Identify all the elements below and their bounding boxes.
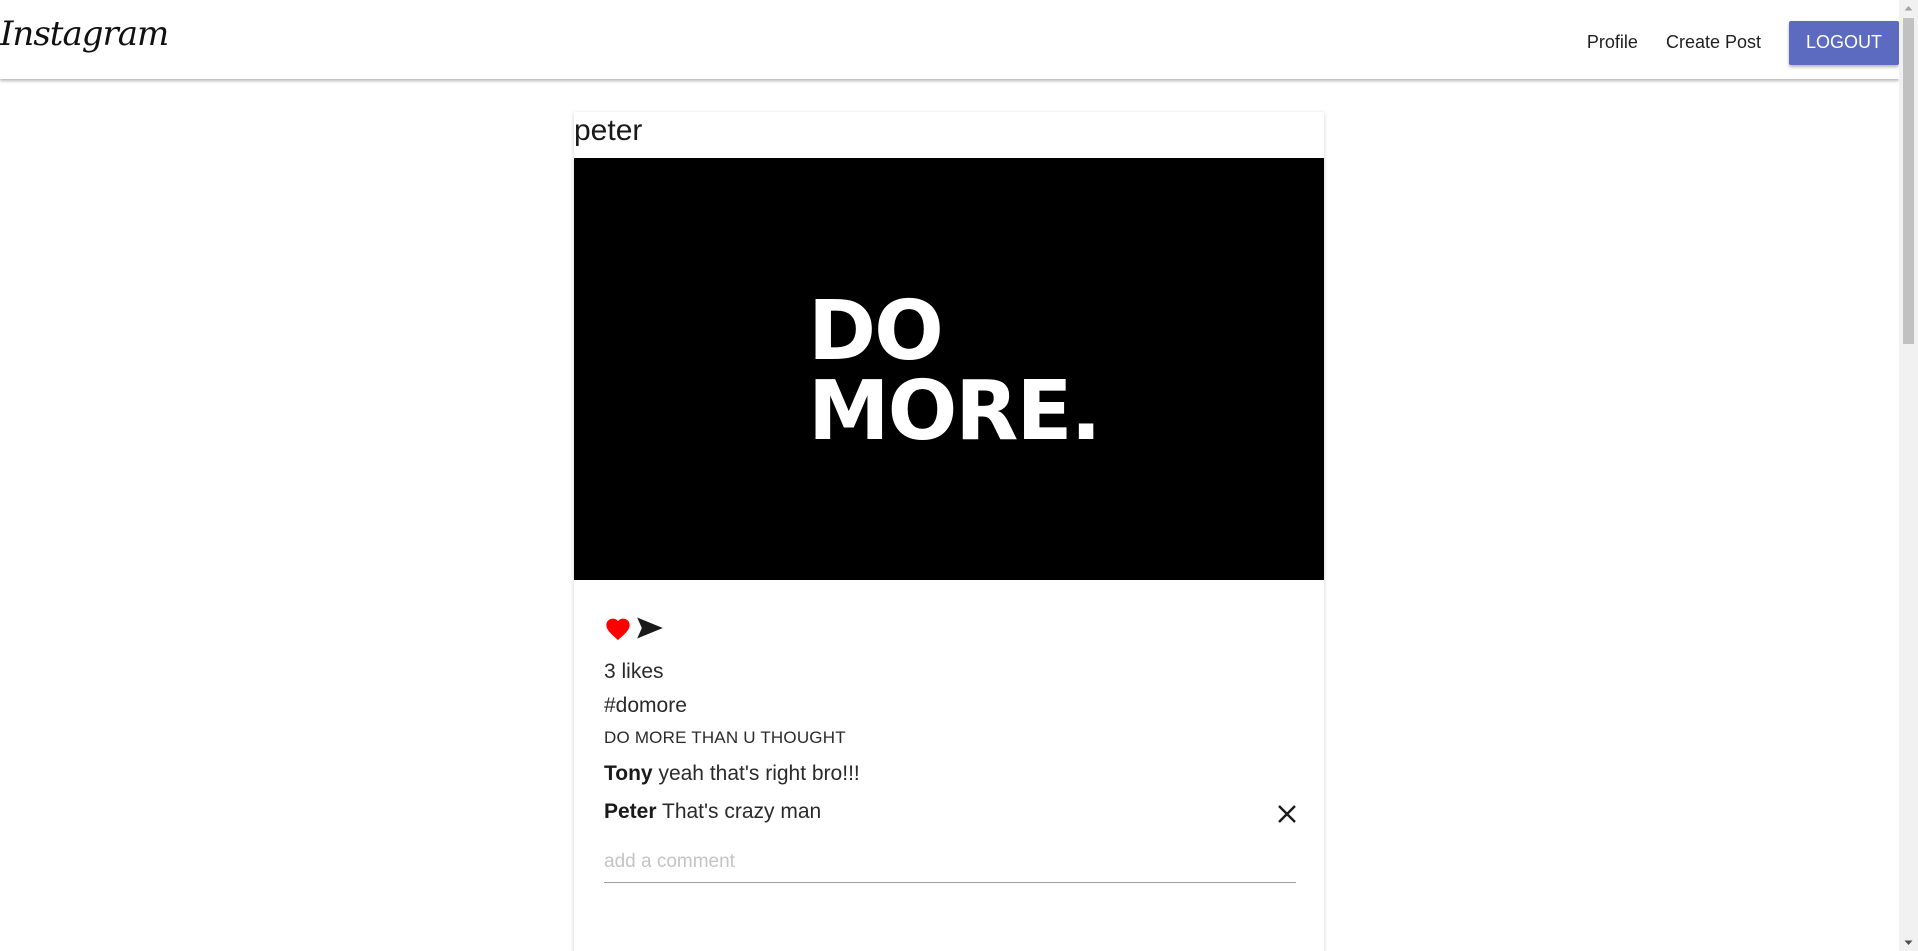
comment-input[interactable] xyxy=(604,842,1296,883)
comment-author[interactable]: Tony xyxy=(604,762,653,785)
comment-author[interactable]: Peter xyxy=(604,800,657,823)
post-title: #domore xyxy=(604,694,687,717)
brand-logo[interactable]: Instagram xyxy=(0,14,169,54)
post-image-line: DO xyxy=(808,284,944,379)
logout-button[interactable]: LOGOUT xyxy=(1789,20,1899,65)
post-image-line: MORE. xyxy=(808,364,1102,459)
nav-link-create-post[interactable]: Create Post xyxy=(1666,32,1761,53)
comment-item: Tony yeah that's right bro!!! xyxy=(604,762,1296,788)
post-content: 3 likes #domore DO MORE THAN U THOUGHT T… xyxy=(604,612,1296,883)
post-body: DO MORE THAN U THOUGHT xyxy=(604,728,846,747)
page: Instagram Profile Create Post LOGOUT pet… xyxy=(0,0,1918,951)
navbar: Instagram Profile Create Post LOGOUT xyxy=(0,0,1899,79)
scroll-down-arrow-icon[interactable] xyxy=(1899,934,1918,951)
post-image: DO MORE. xyxy=(574,158,1324,580)
comment-item: Peter That's crazy man xyxy=(604,800,1296,826)
nav-links: Profile Create Post LOGOUT xyxy=(1587,20,1899,65)
scrollbar-thumb[interactable] xyxy=(1903,18,1914,344)
post-actions xyxy=(604,612,1296,644)
likes-count: 3 likes xyxy=(604,660,664,683)
close-icon[interactable] xyxy=(1275,802,1299,826)
comment-text: yeah that's right bro!!! xyxy=(658,762,860,785)
send-icon[interactable] xyxy=(636,615,664,641)
post-image-text: DO MORE. xyxy=(808,284,1102,459)
scroll-up-arrow-icon[interactable] xyxy=(1899,0,1918,17)
post-card: peter DO MORE. 3 likes #domore DO MORE T… xyxy=(574,112,1324,951)
scrollbar[interactable] xyxy=(1899,0,1918,951)
heart-icon[interactable] xyxy=(604,615,632,641)
post-username[interactable]: peter xyxy=(574,114,642,148)
comment-text: That's crazy man xyxy=(662,800,822,823)
nav-link-profile[interactable]: Profile xyxy=(1587,32,1638,53)
